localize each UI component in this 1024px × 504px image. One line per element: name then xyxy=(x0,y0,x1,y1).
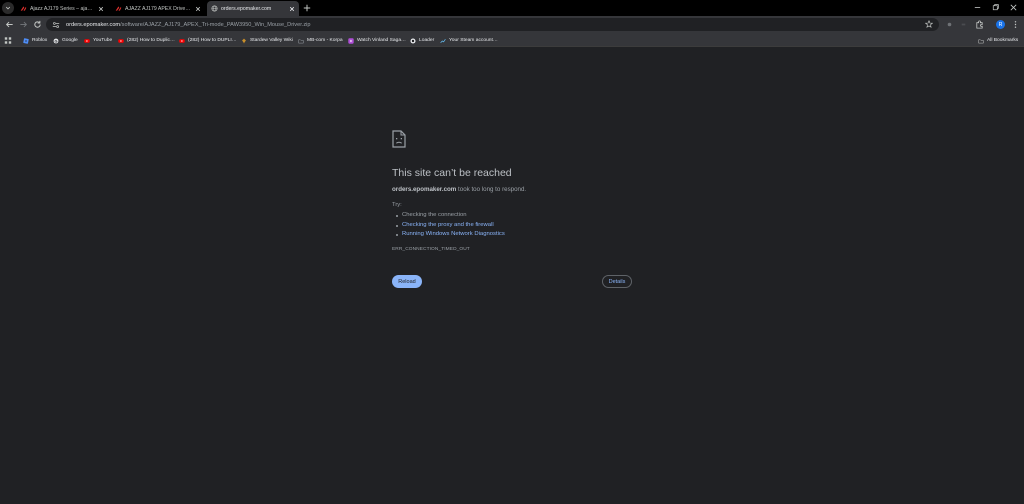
tab-orders-epomaker[interactable]: orders.epomaker.com xyxy=(207,1,299,16)
error-message: orders.epomaker.com took too long to res… xyxy=(392,186,526,193)
bookmark-label: Stardew Valley Wiki xyxy=(250,38,293,43)
try-label: Try: xyxy=(392,202,402,208)
close-icon[interactable] xyxy=(195,6,201,12)
bookmarks-bar: Roblox G Google YouTube (282) How to Dup… xyxy=(0,33,1024,47)
suggestion-list: Checking the connection Checking the pro… xyxy=(396,211,505,240)
bookmark-label: Roblox xyxy=(32,38,48,43)
apps-grid-icon[interactable] xyxy=(4,36,12,45)
google-icon: G xyxy=(53,38,59,43)
address-bar[interactable]: orders.epomaker.com/software/AJAZZ_AJ179… xyxy=(46,18,939,31)
menu-kebab-icon[interactable] xyxy=(1011,20,1020,29)
url-host: orders.epomaker.com xyxy=(66,21,121,28)
bookmark-label: (282) How to DUPLI… xyxy=(188,38,237,43)
reload-icon[interactable] xyxy=(33,20,42,29)
bookmark-youtube[interactable]: YouTube xyxy=(84,36,112,45)
bookmark-stardew-wiki[interactable]: Stardew Valley Wiki xyxy=(241,36,293,45)
suggestion-check-connection: Checking the connection xyxy=(396,211,505,221)
stardew-icon xyxy=(242,38,246,43)
new-tab-plus-icon[interactable] xyxy=(303,4,311,12)
bookmark-label: Watch Vinland Saga… xyxy=(357,38,406,43)
bookmark-label: MB-com - Korpa xyxy=(307,38,343,43)
tab-search-button[interactable] xyxy=(2,2,14,14)
error-message-suffix: took too long to respond. xyxy=(456,186,527,193)
close-window-icon[interactable] xyxy=(1009,3,1018,12)
error-title: This site can’t be reached xyxy=(392,167,512,179)
ajazz-logo-icon xyxy=(20,6,27,11)
play-icon xyxy=(348,37,354,44)
url-path: /software/AJAZZ_AJ179_APEX_Tri-mode_PAW3… xyxy=(120,21,311,28)
back-arrow-icon[interactable] xyxy=(5,20,14,29)
youtube-icon xyxy=(84,38,90,43)
puzzle-extensions-icon[interactable] xyxy=(975,20,984,29)
error-code: ERR_CONNECTION_TIMED_OUT xyxy=(392,247,470,252)
folder-icon xyxy=(978,39,984,43)
bookmark-steam-account[interactable]: Your Steam account… xyxy=(440,36,498,45)
svg-text:G: G xyxy=(54,38,57,43)
profile-avatar[interactable]: R xyxy=(996,20,1005,29)
bookmark-google[interactable]: G Google xyxy=(53,36,78,45)
close-icon[interactable] xyxy=(98,6,104,12)
tab-strip: Ajazz AJ179 Series – ajazz keyb… AJAZZ A… xyxy=(0,0,1024,16)
minimize-icon[interactable] xyxy=(973,3,982,12)
tab-ajazz-driver[interactable]: AJAZZ AJ179 APEX Driver – aja… xyxy=(111,1,205,16)
globe-icon xyxy=(211,5,218,12)
loader-icon xyxy=(410,37,416,44)
extension-icon[interactable] xyxy=(959,20,968,29)
url-text: orders.epomaker.com/software/AJAZZ_AJ179… xyxy=(66,22,310,28)
bookmark-label: Loader xyxy=(419,38,435,43)
reload-button[interactable]: Reload xyxy=(392,275,422,288)
bookmark-loader[interactable]: Loader xyxy=(410,36,434,45)
youtube-icon xyxy=(179,38,185,43)
extension-icon[interactable] xyxy=(945,20,954,29)
all-bookmarks-label: All Bookmarks xyxy=(987,38,1019,43)
youtube-icon xyxy=(118,38,124,43)
forward-arrow-icon[interactable] xyxy=(19,20,28,29)
ajazz-logo-icon xyxy=(115,6,122,11)
bookmark-label: Your Steam account… xyxy=(449,38,498,43)
bookmark-youtube-video-1[interactable]: (282) How to Duplic… xyxy=(118,36,175,45)
roblox-icon xyxy=(23,37,29,44)
bookmark-label: Google xyxy=(62,38,78,43)
tab-title: AJAZZ AJ179 APEX Driver – aja… xyxy=(125,5,192,12)
bookmark-label: (282) How to Duplic… xyxy=(127,38,175,43)
bookmark-label: YouTube xyxy=(93,38,113,43)
details-button[interactable]: Details xyxy=(602,275,632,288)
site-info-icon[interactable] xyxy=(52,21,60,29)
bookmark-youtube-video-2[interactable]: (282) How to DUPLI… xyxy=(179,36,237,45)
chevron-down-icon xyxy=(5,6,11,10)
tab-title: Ajazz AJ179 Series – ajazz keyb… xyxy=(30,5,95,12)
all-bookmarks-button[interactable]: All Bookmarks xyxy=(978,36,1018,45)
restore-icon[interactable] xyxy=(991,3,1000,12)
steam-icon xyxy=(440,38,446,43)
bookmark-mb-korpa[interactable]: MB-com - Korpa xyxy=(298,36,343,45)
bookmark-star-icon[interactable] xyxy=(925,20,933,28)
error-host: orders.epomaker.com xyxy=(392,186,457,193)
bookmark-roblox[interactable]: Roblox xyxy=(23,36,47,45)
close-icon[interactable] xyxy=(289,6,295,12)
suggestion-check-proxy-firewall[interactable]: Checking the proxy and the firewall xyxy=(396,221,505,231)
folder-icon xyxy=(298,39,304,43)
sad-page-icon xyxy=(392,130,406,148)
tab-ajazz-series[interactable]: Ajazz AJ179 Series – ajazz keyb… xyxy=(16,1,108,16)
suggestion-network-diagnostics[interactable]: Running Windows Network Diagnostics xyxy=(396,230,505,240)
bookmark-vinland-saga[interactable]: Watch Vinland Saga… xyxy=(348,36,406,45)
tab-title: orders.epomaker.com xyxy=(221,5,272,12)
